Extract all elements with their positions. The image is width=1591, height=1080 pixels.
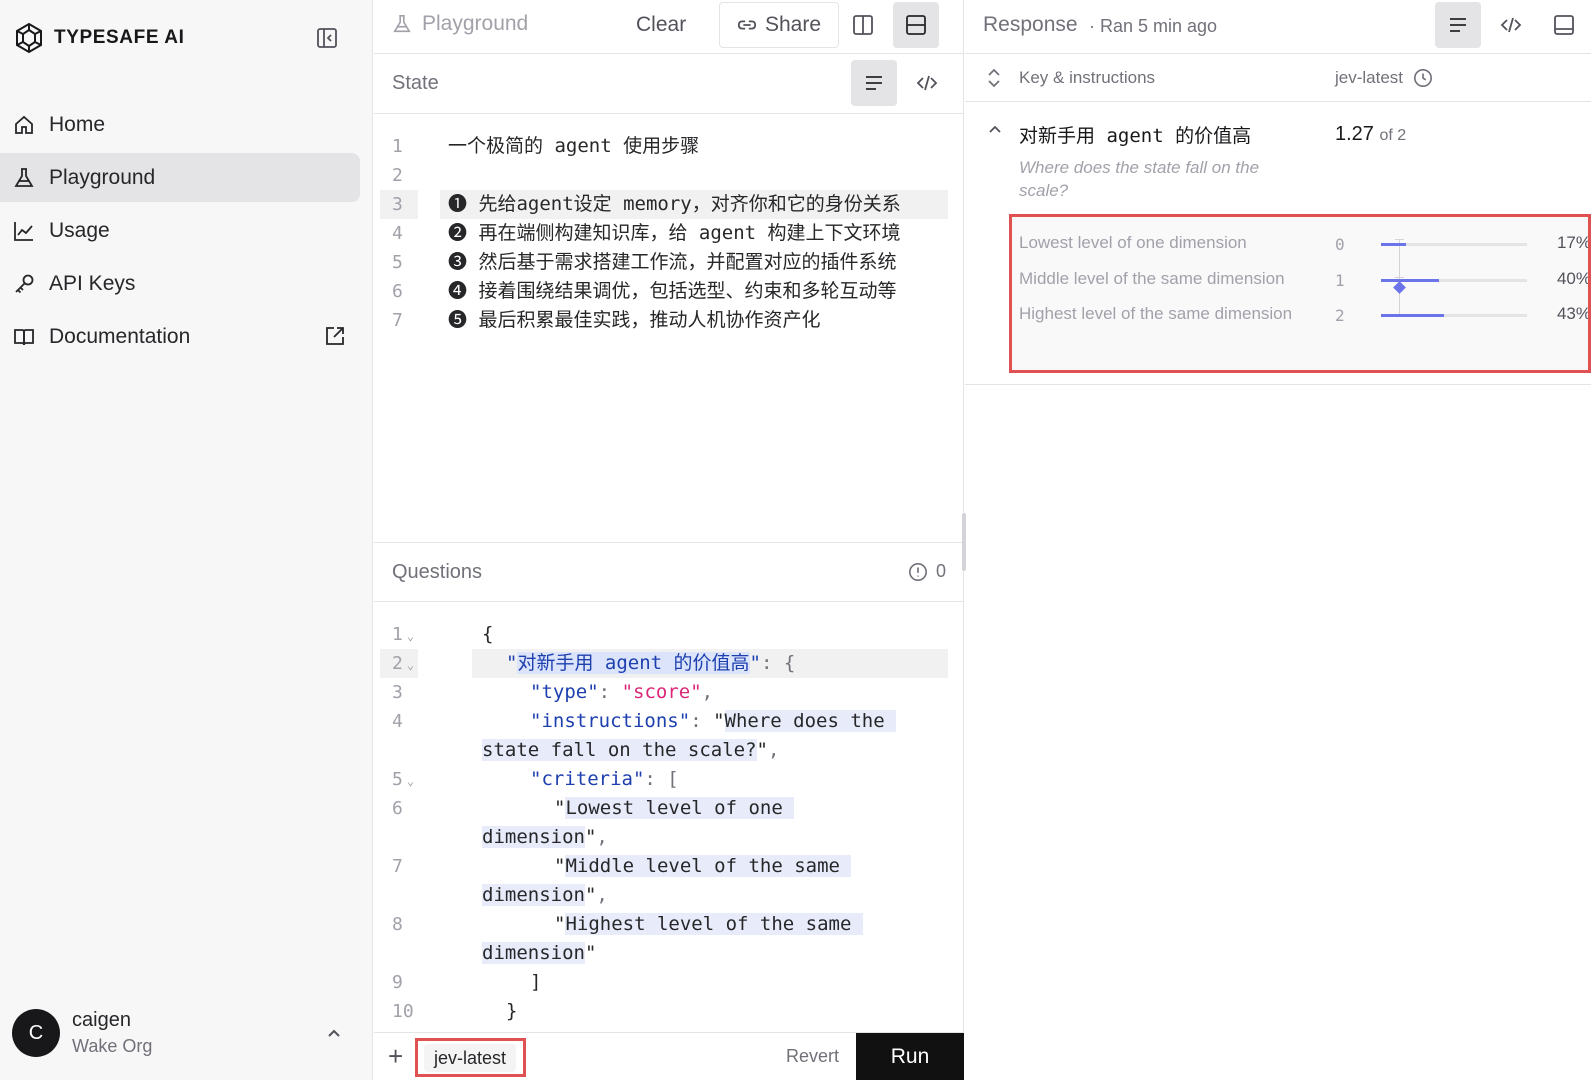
split-rows-button[interactable] (893, 2, 939, 48)
fold-chevron-icon: ⌄ (406, 658, 415, 672)
questions-count: 0 (908, 561, 946, 582)
playground-title: Playground (392, 12, 528, 36)
sidebar-item-home[interactable]: Home (0, 100, 360, 149)
code-view-button[interactable] (904, 60, 950, 106)
clock-icon (1414, 69, 1433, 87)
sidebar-item-label: Playground (49, 165, 156, 189)
column-key: Key & instructions (1019, 68, 1156, 87)
user-org: Wake Org (72, 1036, 153, 1056)
sidebar-item-documentation[interactable]: Documentation (0, 312, 360, 361)
code-line: 4❷ 再在端侧构建知识库，给 agent 构建上下文环境 (392, 222, 901, 244)
highlight-box (415, 1038, 526, 1077)
chart-line-icon (14, 221, 33, 241)
code-line: 1 一个极简的 agent 使用步骤 (392, 135, 700, 157)
alert-circle-icon (908, 562, 927, 581)
sidebar-item-label: Usage (49, 218, 110, 242)
text-view-button[interactable] (851, 60, 897, 106)
response-title: Response (983, 13, 1078, 36)
response-toolbar: Response · Ran 5 min ago (965, 0, 1591, 54)
sidebar-item-playground[interactable]: Playground (0, 153, 360, 202)
sidebar-item-usage[interactable]: Usage (0, 206, 360, 255)
avatar: C (12, 1009, 60, 1057)
code-line-active: 3❶ 先给agent设定 memory，对齐你和它的身份关系 (374, 190, 964, 219)
flask-icon (393, 15, 411, 33)
text-view-button[interactable] (1435, 2, 1481, 48)
chevron-up-icon[interactable] (987, 122, 1003, 138)
code-line: 7 "Middle level of the same (374, 852, 964, 881)
split-columns-button[interactable] (840, 2, 886, 48)
highlight-box (1009, 214, 1591, 373)
sidebar-item-label: Home (49, 112, 106, 136)
rows-icon (906, 15, 926, 35)
user-menu[interactable]: C caigen Wake Org (12, 1009, 152, 1057)
code-line-wrap: state fall on the scale?", (482, 739, 780, 761)
columns-icon (853, 15, 873, 35)
code-view-button[interactable] (1488, 2, 1534, 48)
home-icon (15, 115, 33, 134)
item-score: 1.27 of 2 (1335, 123, 1407, 145)
sidebar-item-label: Documentation (49, 324, 191, 348)
code-line: 7❺ 最后积累最佳实践，推动人机协作资产化 (392, 309, 821, 331)
code-line: 10} (392, 1000, 518, 1022)
column-model: jev-latest (1335, 68, 1433, 88)
code-line: 4 "instructions": "Where does the (374, 707, 964, 736)
item-instructions: Where does the state fall on the scale? (1019, 158, 1260, 200)
item-key: 对新手用 agent 的价值高 (1019, 125, 1252, 147)
response-table-header: Key & instructions jev-latest (965, 54, 1591, 102)
code-line: 2 (392, 165, 403, 186)
text-lines-icon (866, 76, 882, 90)
code-line-wrap: dimension", (482, 884, 608, 906)
link-icon (737, 20, 757, 30)
code-line-wrap: dimension" (482, 942, 597, 964)
code-line: 9] (392, 971, 542, 993)
add-model-button[interactable]: + (388, 1043, 403, 1069)
panel-bottom-button[interactable] (1541, 2, 1587, 48)
user-name: caigen (72, 1009, 131, 1031)
code-line: 6❹ 接着围绕结果调优，包括选型、约束和多轮互动等 (392, 280, 897, 302)
external-link-icon (326, 327, 344, 345)
key-icon (15, 274, 34, 293)
run-button[interactable]: Run (856, 1033, 964, 1080)
sidebar-item-label: API Keys (49, 271, 136, 295)
sort-icon[interactable] (985, 68, 1003, 88)
brand[interactable]: TYPESAFE AI (14, 22, 184, 54)
code-icon (916, 75, 938, 91)
response-meta: · Ran 5 min ago (1089, 16, 1218, 36)
typesafe-logo-icon (16, 22, 42, 54)
state-title: State (392, 72, 439, 94)
sidebar-collapse-icon[interactable] (316, 27, 338, 49)
response-pane: Response · Ran 5 min ago Key & instructi… (965, 0, 1591, 1080)
fold-chevron-icon: ⌄ (406, 629, 415, 643)
brand-name: TYPESAFE AI (54, 27, 185, 48)
sidebar-nav: Home Playground Usage API Keys Documenta… (0, 96, 373, 365)
code-line: 5 ⌄ "criteria": [ (392, 768, 679, 790)
code-line: 8 "Highest level of the same (374, 910, 964, 939)
book-icon (14, 328, 34, 345)
editor-toolbar: Playground Clear Share (374, 0, 964, 54)
state-header: State (374, 54, 964, 114)
code-line-active: 2 ⌄ "对新手用 agent 的价值高": { (374, 649, 964, 678)
code-line-wrap: dimension", (482, 826, 608, 848)
revert-button[interactable]: Revert (786, 1046, 839, 1067)
chevron-up-icon[interactable] (325, 1024, 343, 1042)
code-line: 1 ⌄{ (392, 623, 494, 645)
clear-button[interactable]: Clear (636, 13, 686, 37)
code-icon (1500, 17, 1522, 33)
questions-title: Questions (392, 561, 483, 583)
flask-icon (14, 167, 34, 187)
panel-bottom-icon (1554, 15, 1574, 35)
code-line: 5❸ 然后基于需求搭建工作流，并配置对应的插件系统 (392, 251, 897, 273)
fold-chevron-icon: ⌄ (406, 774, 415, 788)
code-line: 6 "Lowest level of one (374, 794, 964, 823)
sidebar: TYPESAFE AI Home Playground Usage API Ke… (0, 0, 373, 1080)
questions-header: Questions 0 (374, 542, 964, 602)
code-line: 3 "type": "score", (392, 681, 714, 703)
response-item: 对新手用 agent 的价值高 Where does the state fal… (965, 102, 1591, 385)
sidebar-item-api-keys[interactable]: API Keys (0, 259, 360, 308)
editor-pane: Playground Clear Share State 1 一个极简的 agen… (374, 0, 964, 1080)
share-button[interactable]: Share (719, 2, 839, 48)
editor-footer: + jev-latest Revert Run (374, 1032, 964, 1080)
text-lines-icon (1450, 18, 1466, 32)
